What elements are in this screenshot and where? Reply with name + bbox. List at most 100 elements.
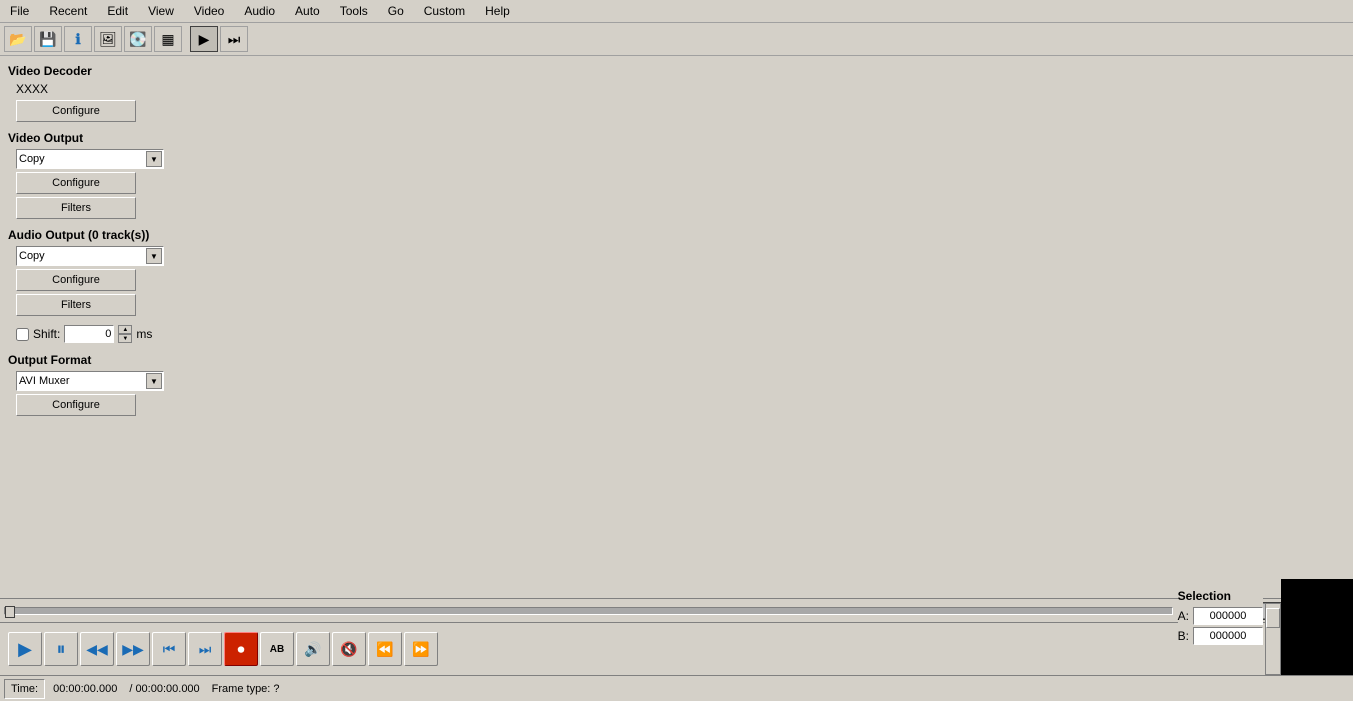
rewind-transport-button[interactable]: ◀◀ <box>80 632 114 666</box>
video-output-section: Video Output Copy Encode ▼ Configure Fil… <box>8 131 1345 222</box>
audio-output-label: Audio Output (0 track(s)) <box>8 228 1345 242</box>
next-encode-button[interactable]: ⏭ <box>220 26 248 52</box>
output-format-label: Output Format <box>8 353 1345 367</box>
save2-icon: 💽 <box>129 31 146 48</box>
video-output-label: Video Output <box>8 131 1345 145</box>
video-output-select[interactable]: Copy Encode <box>16 149 164 169</box>
video-output-select-wrapper[interactable]: Copy Encode ▼ <box>16 149 164 169</box>
timeline-bar: ⚙ <box>0 599 1353 623</box>
menu-file[interactable]: File <box>4 2 35 20</box>
open-button[interactable]: 📂 <box>4 26 32 52</box>
shift-up-button[interactable]: ▲ <box>118 325 132 334</box>
mute-transport-button[interactable]: 🔇 <box>332 632 366 666</box>
audio-output-filters-button[interactable]: Filters <box>16 294 136 316</box>
audio-output-configure-button[interactable]: Configure <box>16 269 136 291</box>
audio-output-section: Audio Output (0 track(s)) Copy Encode ▼ … <box>8 228 1345 319</box>
save-icon: 💾 <box>39 31 56 48</box>
save2-button[interactable]: 💽 <box>124 26 152 52</box>
forward-transport-button[interactable]: ▶▶ <box>116 632 150 666</box>
transport-bar: ▶ ⏸ ◀◀ ▶▶ ⏮ ⏭ ⏺ AB 🔊 🔇 ⏪ <box>0 623 1353 675</box>
audio-on-transport-icon: 🔊 <box>304 641 321 658</box>
selection-title: Selection <box>1178 589 1263 603</box>
audio-tracks-label: (0 track(s)) <box>88 228 149 242</box>
batch-button[interactable]: ▦ <box>154 26 182 52</box>
shift-label: Shift: <box>33 327 60 341</box>
selection-b-label: B: <box>1178 629 1189 643</box>
selection-a-label: A: <box>1178 609 1189 623</box>
shift-input[interactable] <box>64 325 114 343</box>
menubar: File Recent Edit View Video Audio Auto T… <box>0 0 1353 23</box>
menu-view[interactable]: View <box>142 2 180 20</box>
output-format-select-wrapper[interactable]: AVI Muxer MP4 Muxer MKV Muxer ▼ <box>16 371 164 391</box>
next-key-transport-icon: ⏩ <box>412 641 429 658</box>
next-key-transport-button[interactable]: ⏩ <box>404 632 438 666</box>
toolbar: 📂 💾 ℹ 🖼 💽 ▦ ▶ ⏭ <box>0 23 1353 56</box>
shift-unit: ms <box>136 327 152 341</box>
save-button[interactable]: 💾 <box>34 26 62 52</box>
shift-checkbox[interactable] <box>16 328 29 341</box>
play-encode-icon: ▶ <box>199 31 210 48</box>
pause-transport-icon: ⏸ <box>57 639 66 660</box>
play-transport-icon: ▶ <box>18 639 32 660</box>
next-frame-transport-icon: ⏭ <box>199 641 212 658</box>
volume-slider-thumb[interactable] <box>1266 608 1280 628</box>
menu-tools[interactable]: Tools <box>334 2 374 20</box>
time-value: 00:00:00.000 <box>49 683 121 695</box>
video-decoder-configure-button[interactable]: Configure <box>16 100 136 122</box>
output-format-select[interactable]: AVI Muxer MP4 Muxer MKV Muxer <box>16 371 164 391</box>
prev-frame-transport-button[interactable]: ⏮ <box>152 632 186 666</box>
scrubber-thumb[interactable] <box>5 606 15 618</box>
ab-transport-icon: AB <box>270 644 284 655</box>
ab-transport-button[interactable]: AB <box>260 632 294 666</box>
open-icon: 📂 <box>9 31 26 48</box>
prev-frame-transport-icon: ⏮ <box>163 641 176 658</box>
audio-output-select[interactable]: Copy Encode <box>16 246 164 266</box>
menu-help[interactable]: Help <box>479 2 516 20</box>
volume-slider[interactable] <box>1265 603 1281 675</box>
bottom-area: ⚙ ▶ ⏸ ◀◀ ▶▶ ⏮ ⏭ ⏺ AB 🔊 � <box>0 598 1353 701</box>
time-label: Time: <box>4 679 45 699</box>
next-encode-icon: ⏭ <box>228 31 241 48</box>
audio-on-transport-button[interactable]: 🔊 <box>296 632 330 666</box>
batch-icon: ▦ <box>161 31 174 48</box>
screenshot-button[interactable]: 🖼 <box>94 26 122 52</box>
output-format-section: Output Format AVI Muxer MP4 Muxer MKV Mu… <box>8 353 1345 419</box>
menu-auto[interactable]: Auto <box>289 2 326 20</box>
total-time-value: / 00:00:00.000 <box>125 683 203 695</box>
shift-spinner: ▲ ▼ <box>118 325 132 343</box>
pause-transport-button[interactable]: ⏸ <box>44 632 78 666</box>
record-transport-icon: ⏺ <box>238 641 245 658</box>
video-decoder-label: Video Decoder <box>8 64 1345 78</box>
record-transport-button[interactable]: ⏺ <box>224 632 258 666</box>
selection-a-input[interactable] <box>1193 607 1263 625</box>
rewind-transport-icon: ◀◀ <box>86 641 108 658</box>
prev-key-transport-icon: ⏪ <box>376 641 393 658</box>
output-format-configure-button[interactable]: Configure <box>16 394 136 416</box>
video-output-filters-button[interactable]: Filters <box>16 197 136 219</box>
menu-edit[interactable]: Edit <box>101 2 134 20</box>
shift-down-button[interactable]: ▼ <box>118 334 132 343</box>
selection-b-input[interactable] <box>1193 627 1263 645</box>
menu-custom[interactable]: Custom <box>418 2 471 20</box>
main-content: Video Decoder XXXX Configure Video Outpu… <box>0 56 1353 598</box>
play-transport-button[interactable]: ▶ <box>8 632 42 666</box>
next-frame-transport-button[interactable]: ⏭ <box>188 632 222 666</box>
menu-go[interactable]: Go <box>382 2 410 20</box>
selection-b-row: B: <box>1178 627 1263 645</box>
selection-a-row: A: <box>1178 607 1263 625</box>
screenshot-icon: 🖼 <box>99 31 117 48</box>
prev-key-transport-button[interactable]: ⏪ <box>368 632 402 666</box>
video-output-configure-button[interactable]: Configure <box>16 172 136 194</box>
info-button[interactable]: ℹ <box>64 26 92 52</box>
selection-panel: Selection A: B: <box>1178 589 1263 647</box>
scrubber[interactable] <box>4 607 1173 615</box>
preview-box <box>1281 579 1353 675</box>
forward-transport-icon: ▶▶ <box>122 641 144 658</box>
audio-output-select-wrapper[interactable]: Copy Encode ▼ <box>16 246 164 266</box>
menu-audio[interactable]: Audio <box>238 2 281 20</box>
menu-recent[interactable]: Recent <box>43 2 93 20</box>
play-encode-button[interactable]: ▶ <box>190 26 218 52</box>
frame-type-value: Frame type: ? <box>208 683 284 695</box>
menu-video[interactable]: Video <box>188 2 230 20</box>
shift-row: Shift: ▲ ▼ ms <box>16 325 1345 343</box>
